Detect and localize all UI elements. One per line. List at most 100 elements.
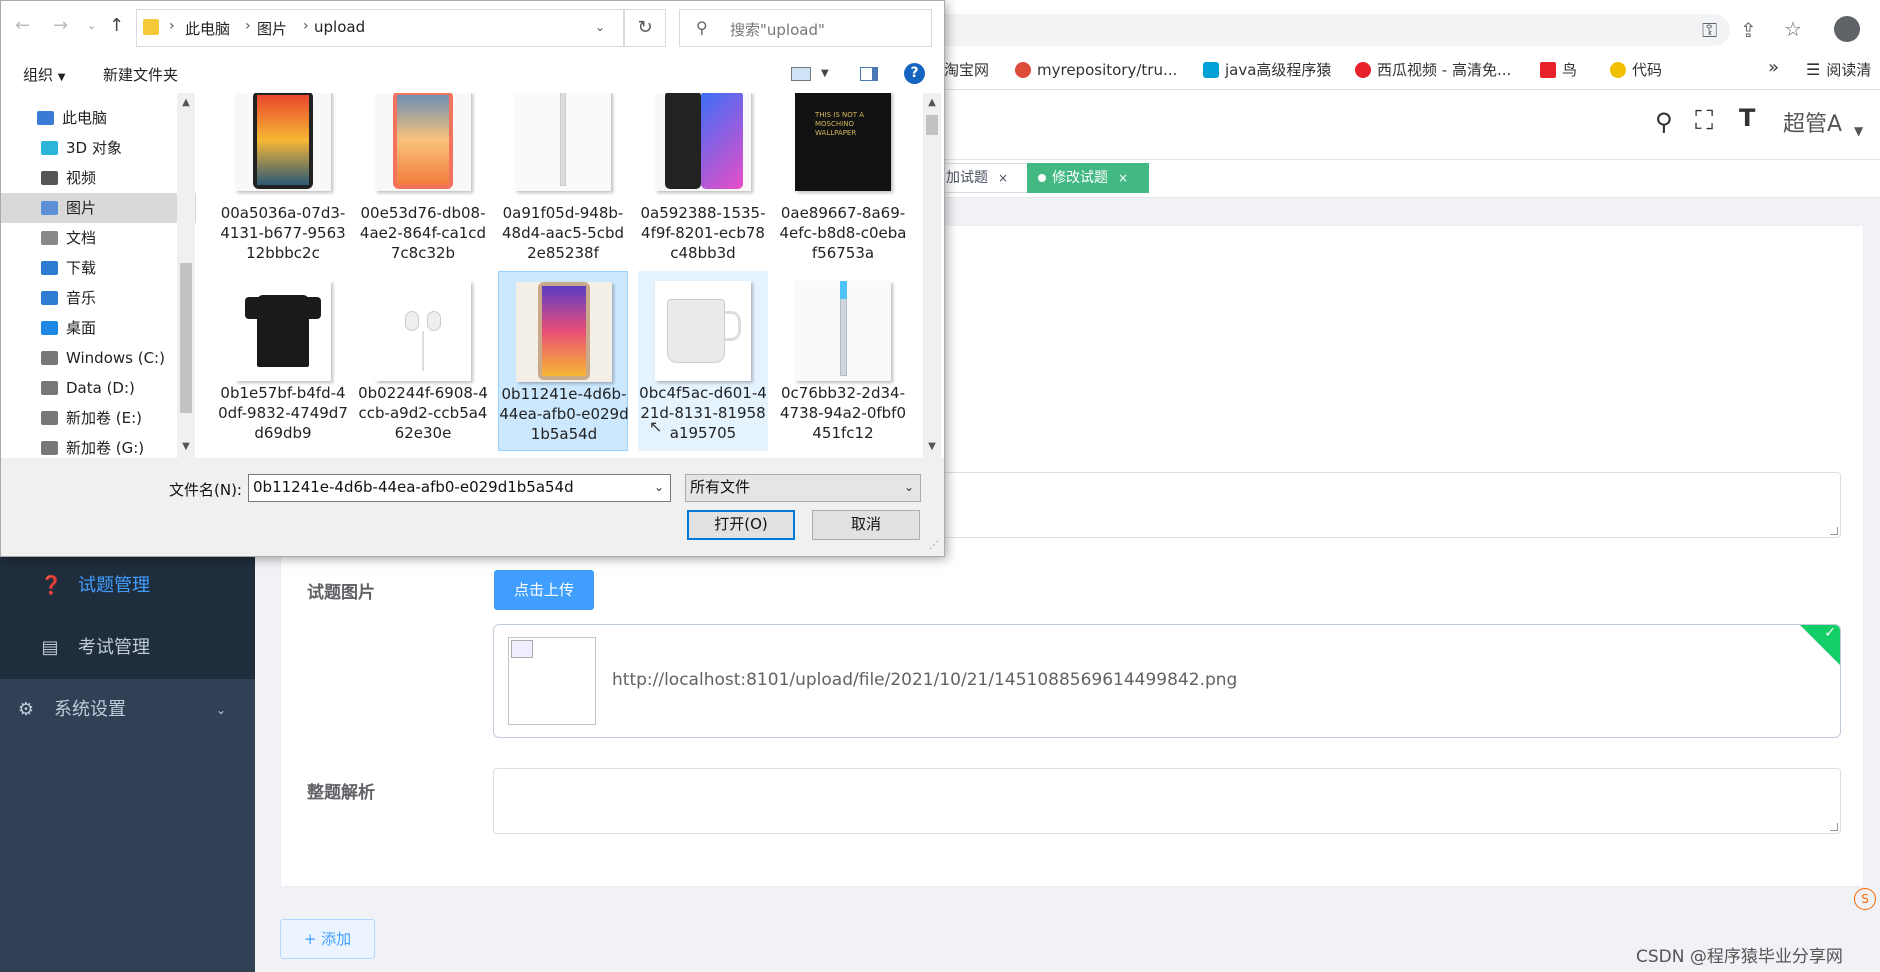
nav-item-pictures[interactable]: 图片	[1, 193, 196, 223]
sidebar-item-question-management[interactable]: ❓ 试题管理	[0, 555, 255, 617]
search-icon[interactable]: ⚲	[1655, 108, 1673, 136]
nav-item-drive-d[interactable]: Data (D:)	[1, 373, 196, 403]
bookmark-taobao[interactable]: 淘宝网	[944, 60, 989, 80]
scroll-up-icon[interactable]: ▲	[923, 95, 941, 111]
file-name: 0b1e57bf-b4fd-40df-9832-4749d7d69db9	[218, 384, 348, 442]
new-folder-button[interactable]: 新建文件夹	[103, 64, 178, 85]
computer-icon	[37, 111, 54, 125]
reading-list[interactable]: ☰ 阅读清	[1806, 60, 1871, 80]
nav-item-this-pc[interactable]: 此电脑	[1, 103, 196, 133]
csdn-s-icon[interactable]: S	[1854, 888, 1876, 910]
file-item[interactable]: 0a91f05d-948b-48d4-aac5-5cbd2e85238f	[498, 93, 628, 271]
chevron-down-icon[interactable]: ⌄	[904, 475, 914, 499]
close-icon[interactable]: ×	[1118, 171, 1128, 185]
scroll-thumb[interactable]	[926, 115, 938, 135]
profile-icon[interactable]	[1834, 16, 1860, 42]
nav-item-documents[interactable]: 文档	[1, 223, 196, 253]
caret-down-icon[interactable]: ▼	[1854, 124, 1863, 138]
refresh-icon[interactable]: ↻	[624, 9, 666, 47]
uploaded-image-thumbnail	[508, 637, 596, 725]
resize-grip-icon[interactable]	[1830, 823, 1838, 831]
breadcrumb-item[interactable]: upload	[314, 18, 365, 36]
nav-item-drive-c[interactable]: Windows (C:)	[1, 343, 196, 373]
dialog-toolbar: 组织 ▼ 新建文件夹 ▼ ?	[1, 55, 944, 93]
search-icon: ⚲	[696, 18, 708, 37]
file-item-selected[interactable]: 0b11241e-4d6b-44ea-afb0-e029d1b5a54d	[498, 271, 629, 451]
breadcrumb-item[interactable]: 图片	[257, 18, 287, 39]
tag-edit-question[interactable]: 修改试题 ×	[1027, 163, 1149, 193]
search-input[interactable]: ⚲ 搜索"upload"	[679, 9, 932, 47]
chevron-down-icon[interactable]: ⌄	[654, 475, 664, 499]
file-type-select[interactable]: 所有文件 ⌄	[685, 474, 921, 502]
preview-pane-icon[interactable]	[860, 67, 878, 81]
shirt-image-icon	[235, 281, 331, 381]
filename-input[interactable]: 0b11241e-4d6b-44ea-afb0-e029d1b5a54d ⌄	[248, 474, 671, 502]
nav-scrollbar[interactable]: ▲ ▼	[177, 93, 195, 458]
back-arrow-icon[interactable]: ←	[15, 15, 30, 36]
bookmark-java[interactable]: java高级程序猿	[1203, 60, 1331, 80]
upload-button[interactable]: 点击上传	[494, 570, 594, 610]
nav-item-videos[interactable]: 视频	[1, 163, 196, 193]
resize-grip-icon[interactable]: ⋰	[929, 540, 939, 551]
broken-image-icon	[511, 640, 533, 658]
analysis-textarea[interactable]	[493, 768, 1841, 834]
close-icon[interactable]: ×	[998, 171, 1008, 185]
address-bar[interactable]	[880, 14, 1730, 46]
user-name[interactable]: 超管A	[1783, 106, 1842, 138]
scroll-up-icon[interactable]: ▲	[177, 95, 195, 111]
search-placeholder: 搜索"upload"	[730, 21, 825, 39]
nav-item-drive-e[interactable]: 新加卷 (E:)	[1, 403, 196, 433]
nav-item-drive-g[interactable]: 新加卷 (G:)	[1, 433, 196, 458]
organize-menu[interactable]: 组织 ▼	[23, 64, 66, 85]
question-image-label: 试题图片	[307, 583, 375, 603]
share-icon[interactable]: ⇪	[1740, 18, 1757, 42]
recent-locations-icon[interactable]: ⌄	[87, 19, 96, 32]
help-icon[interactable]: ?	[904, 63, 925, 84]
open-button[interactable]: 打开(O)	[687, 510, 795, 540]
bookmark-niao[interactable]: 鸟	[1540, 60, 1577, 80]
caret-down-icon[interactable]: ▼	[821, 68, 829, 79]
more-bookmarks-button[interactable]: »	[1768, 58, 1779, 78]
nav-item-music[interactable]: 音乐	[1, 283, 196, 313]
scroll-down-icon[interactable]: ▼	[177, 439, 195, 455]
file-item[interactable]: 0b1e57bf-b4fd-40df-9832-4749d7d69db9	[218, 271, 348, 451]
key-icon[interactable]: ⚿	[1702, 18, 1717, 42]
file-item[interactable]: 0b02244f-6908-4ccb-a9d2-ccb5a462e30e	[358, 271, 488, 451]
sidebar-item-exam-management[interactable]: ▤ 考试管理	[0, 617, 255, 679]
up-arrow-icon[interactable]: ↑	[109, 15, 124, 36]
star-icon[interactable]: ☆	[1784, 17, 1802, 41]
nav-item-desktop[interactable]: 桌面	[1, 313, 196, 343]
file-item[interactable]: 0a592388-1535-4f9f-8201-ecb78c48bb3d	[638, 93, 768, 271]
nav-item-downloads[interactable]: 下载	[1, 253, 196, 283]
question-circle-icon: ❓	[40, 575, 63, 596]
resize-grip-icon[interactable]	[1830, 527, 1838, 535]
file-item[interactable]: 00e53d76-db08-4ae2-864f-ca1cd7c8c32b	[358, 93, 488, 271]
scroll-thumb[interactable]	[180, 263, 192, 413]
file-list: 00a5036a-07d3-4131-b677-956312bbbc2c 00e…	[196, 93, 921, 458]
view-options-icon[interactable]	[791, 67, 811, 81]
sidebar: ❓ 试题管理 ▤ 考试管理 ⚙ 系统设置 ⌄	[0, 540, 255, 972]
breadcrumb-item[interactable]: 此电脑	[185, 18, 230, 39]
file-item[interactable]: THIS IS NOT A MOSCHINO WALLPAPER 0ae8966…	[778, 93, 908, 271]
bookmark-xigua[interactable]: 西瓜视频 - 高清免...	[1355, 60, 1511, 80]
chevron-down-icon[interactable]: ⌄	[595, 20, 605, 34]
uploaded-file-url[interactable]: http://localhost:8101/upload/file/2021/1…	[612, 670, 1237, 690]
files-scrollbar[interactable]: ▲ ▼	[923, 93, 941, 458]
check-icon: ✓	[1824, 625, 1836, 641]
file-item[interactable]: 00a5036a-07d3-4131-b677-956312bbbc2c	[218, 93, 348, 271]
bookmark-code[interactable]: 代码	[1610, 60, 1662, 80]
cancel-button[interactable]: 取消	[812, 510, 920, 540]
favicon-icon	[1015, 62, 1031, 78]
list-icon: ☰	[1806, 60, 1821, 79]
bookmark-myrepository[interactable]: myrepository/tru...	[1015, 60, 1177, 80]
add-button[interactable]: + 添加	[280, 919, 375, 959]
file-item[interactable]: 0c76bb32-2d34-4738-94a2-0fbf0451fc12	[778, 271, 908, 451]
font-size-icon[interactable]: T	[1739, 104, 1755, 132]
sidebar-item-system-settings[interactable]: ⚙ 系统设置 ⌄	[0, 679, 255, 741]
fullscreen-icon[interactable]: ⛶	[1695, 106, 1713, 137]
uploaded-file-item[interactable]: http://localhost:8101/upload/file/2021/1…	[493, 624, 1841, 738]
scroll-down-icon[interactable]: ▼	[923, 439, 941, 455]
forward-arrow-icon[interactable]: →	[53, 15, 68, 36]
nav-item-3d-objects[interactable]: 3D 对象	[1, 133, 196, 163]
address-breadcrumb[interactable]: › 此电脑 › 图片 › upload ⌄	[136, 9, 624, 47]
